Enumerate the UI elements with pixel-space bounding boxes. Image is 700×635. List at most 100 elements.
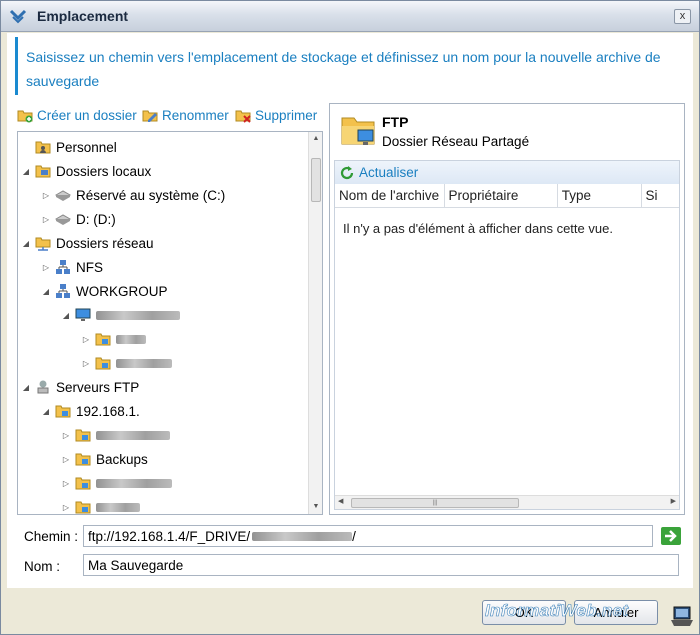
shared-folder-icon [95, 333, 111, 346]
column-header-type[interactable]: Type [558, 184, 642, 207]
collapsed-arrow-icon[interactable]: ▷ [42, 263, 50, 272]
create-folder-button[interactable]: Créer un dossier [17, 105, 137, 125]
ok-button[interactable]: OK [482, 600, 566, 625]
shared-folder-icon [75, 477, 91, 490]
redacted-share-name [116, 358, 172, 368]
tree-item-dossiers-reseau[interactable]: ◢ Dossiers réseau [22, 232, 154, 254]
scroll-left-icon[interactable]: ◀ [338, 497, 343, 505]
redacted-folder-name [96, 502, 140, 512]
title-bar[interactable]: Emplacement x [1, 1, 699, 32]
redacted-folder-name [96, 478, 172, 488]
tree-item-ftp-host[interactable]: ◢ 192.168.1. [42, 400, 140, 422]
name-input[interactable]: Ma Sauvegarde [83, 554, 679, 576]
path-value: ftp://192.168.1.4/F_DRIVE/ [88, 528, 251, 544]
delete-icon [235, 110, 251, 123]
go-arrow-button[interactable] [659, 525, 683, 547]
instructions-text: Saisissez un chemin vers l'emplacement d… [15, 37, 685, 95]
ftp-folder-large-icon [341, 117, 375, 145]
details-panel: FTP Dossier Réseau Partagé Actualiser No… [329, 103, 685, 515]
name-label: Nom : [24, 559, 61, 574]
expanded-arrow-icon[interactable]: ◢ [42, 287, 50, 296]
column-headers: Nom de l'archive Propriétaire Type Si [335, 184, 679, 208]
cancel-button[interactable]: Annuler [574, 600, 658, 625]
tree-item-nfs[interactable]: ▷ NFS [42, 256, 103, 278]
shared-folder-icon [75, 501, 91, 514]
scroll-down-icon[interactable]: ▼ [309, 500, 322, 514]
tree-item-backups[interactable]: ▷ Backups [62, 448, 148, 470]
tree-label: NFS [76, 259, 103, 275]
window-title: Emplacement [37, 8, 129, 24]
collapsed-arrow-icon[interactable]: ▷ [42, 215, 50, 224]
collapsed-arrow-icon[interactable]: ▷ [82, 359, 90, 368]
create-folder-label: Créer un dossier [37, 107, 137, 123]
tree-label: 192.168.1. [76, 403, 140, 419]
collapsed-arrow-icon[interactable]: ▷ [62, 431, 70, 440]
tree-item-computer[interactable]: ◢ [62, 304, 180, 326]
expanded-arrow-icon[interactable]: ◢ [22, 167, 30, 176]
redacted-share-name [116, 334, 146, 344]
collapsed-arrow-icon[interactable]: ▷ [62, 455, 70, 464]
collapsed-arrow-icon[interactable]: ▷ [42, 191, 50, 200]
refresh-button[interactable]: Actualiser [335, 161, 679, 184]
redacted-computer-name [96, 310, 180, 320]
drive-icon [55, 190, 71, 201]
expanded-arrow-icon[interactable]: ◢ [22, 383, 30, 392]
path-label: Chemin : [24, 529, 79, 544]
redacted-folder-name [96, 430, 170, 440]
tree-item-share[interactable]: ▷ [82, 328, 146, 350]
redacted-path-segment [252, 531, 353, 541]
collapsed-arrow-icon[interactable]: ▷ [62, 503, 70, 512]
column-header-owner[interactable]: Propriétaire [445, 184, 558, 207]
refresh-icon [340, 165, 354, 179]
empty-list-message: Il n'y a pas d'élément à afficher dans c… [343, 221, 613, 236]
scroll-right-icon[interactable]: ▶ [671, 497, 676, 505]
expanded-arrow-icon[interactable]: ◢ [22, 239, 30, 248]
archive-list[interactable]: Actualiser Nom de l'archive Propriétaire… [334, 160, 680, 510]
scroll-thumb[interactable]: ||| [351, 498, 519, 508]
tree-scrollbar[interactable]: ▲ ▼ [308, 132, 322, 514]
collapsed-arrow-icon[interactable]: ▷ [82, 335, 90, 344]
tree-item-ftp-folder[interactable]: ▷ [62, 424, 170, 446]
ftp-server-icon [37, 380, 49, 394]
scroll-thumb[interactable] [311, 158, 321, 202]
network-folders-icon [35, 237, 51, 251]
network-icon [56, 284, 70, 298]
collapsed-arrow-icon[interactable]: ▷ [62, 479, 70, 488]
drive-icon [55, 214, 71, 225]
tree-item-drive-d[interactable]: ▷ D: (D:) [42, 208, 116, 230]
tree-label: Dossiers réseau [56, 235, 154, 251]
refresh-label: Actualiser [359, 165, 419, 180]
tree-item-share[interactable]: ▷ [82, 352, 172, 374]
laptop-logo-icon [671, 606, 693, 626]
expanded-arrow-icon[interactable]: ◢ [42, 407, 50, 416]
shared-folder-icon [75, 453, 91, 466]
tree-item-dossiers-locaux[interactable]: ◢ Dossiers locaux [22, 160, 151, 182]
tree-item-ftp-folder[interactable]: ▷ [62, 496, 140, 514]
column-header-name[interactable]: Nom de l'archive [335, 184, 445, 207]
path-suffix: / [352, 528, 356, 544]
delete-button[interactable]: Supprimer [235, 105, 317, 125]
local-folders-icon [35, 165, 51, 178]
rename-button[interactable]: Renommer [142, 105, 229, 125]
expanded-arrow-icon[interactable]: ◢ [62, 311, 70, 320]
tree-item-workgroup[interactable]: ◢ WORKGROUP [42, 280, 168, 302]
tree-item-serveurs-ftp[interactable]: ◢ Serveurs FTP [22, 376, 139, 398]
tree-item-personnel[interactable]: Personnel [22, 136, 117, 158]
tree-label: Backups [96, 451, 148, 467]
list-horizontal-scrollbar[interactable]: ◀ ||| ▶ [335, 495, 679, 509]
location-dialog: Emplacement x Saisissez un chemin vers l… [0, 0, 700, 635]
tree-item-ftp-folder[interactable]: ▷ [62, 472, 172, 494]
tree-label: WORKGROUP [76, 283, 168, 299]
column-header-size[interactable]: Si [642, 184, 680, 207]
tree-label: Personnel [56, 139, 117, 155]
user-folder-icon [35, 141, 51, 154]
path-input[interactable]: ftp://192.168.1.4/F_DRIVE/ / [83, 525, 653, 547]
location-subtitle: Dossier Réseau Partagé [382, 134, 530, 149]
dialog-body: Saisissez un chemin vers l'emplacement d… [7, 33, 693, 588]
tree-item-drive-c[interactable]: ▷ Réservé au système (C:) [42, 184, 225, 206]
scroll-up-icon[interactable]: ▲ [309, 132, 322, 146]
folder-tree[interactable]: Personnel ◢ Dossiers locaux ▷ Réservé au… [17, 131, 323, 515]
rename-label: Renommer [162, 107, 229, 123]
network-icon [56, 260, 70, 274]
close-button[interactable]: x [674, 9, 691, 24]
